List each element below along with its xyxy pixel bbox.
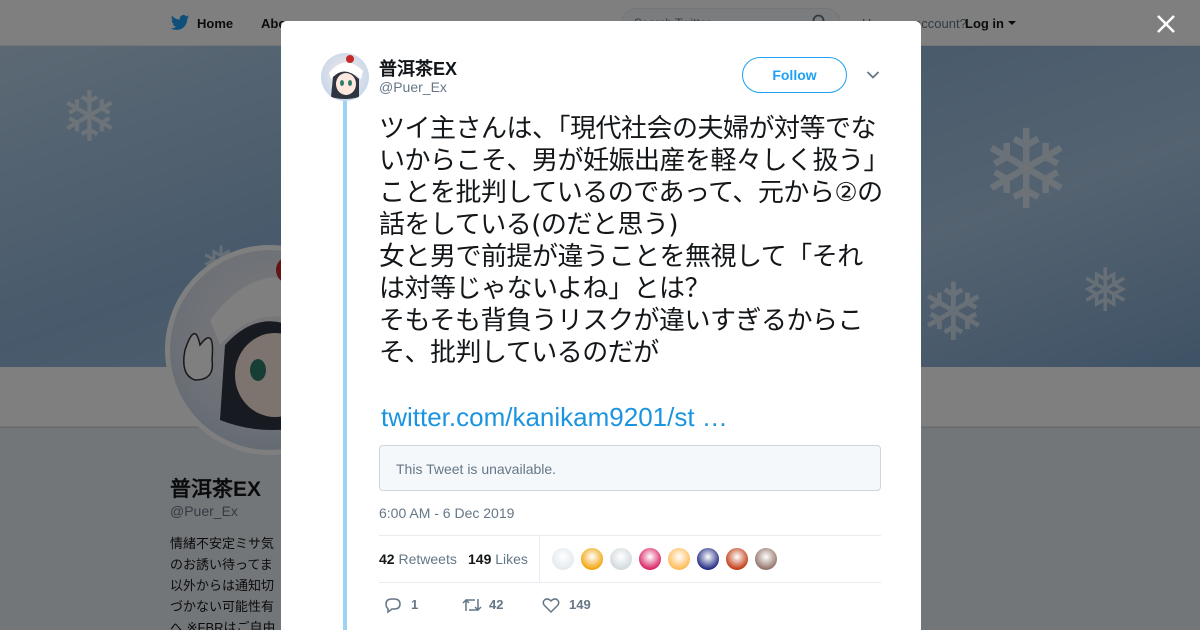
follow-button[interactable]: Follow [742, 57, 847, 93]
tweet-link[interactable]: twitter.com/kanikam9201/st … [381, 402, 728, 433]
likes-stat[interactable]: 149 Likes [468, 551, 528, 567]
retweets-count: 42 [379, 551, 395, 567]
liker-avatar[interactable] [667, 547, 691, 571]
liker-avatar[interactable] [754, 547, 778, 571]
tweet-modal: 普洱茶EX @Puer_Ex Follow ツイ主さんは、「現代社会の夫婦が対等… [281, 21, 921, 630]
liker-avatar[interactable] [725, 547, 749, 571]
like-count: 149 [569, 597, 591, 612]
tweet-stats: 42 Retweets 149 Likes [379, 535, 881, 583]
reply-icon [385, 598, 401, 614]
stats-divider [539, 536, 540, 583]
liker-avatar[interactable] [609, 547, 633, 571]
author-handle[interactable]: @Puer_Ex [379, 79, 447, 95]
retweet-count: 42 [489, 597, 504, 612]
liker-avatar[interactable] [551, 547, 575, 571]
tweet-actions: 1 42 149 [379, 591, 881, 621]
heart-icon [542, 598, 560, 614]
chevron-down-icon[interactable] [866, 70, 880, 80]
close-icon[interactable] [1154, 12, 1178, 36]
liker-avatar[interactable] [580, 547, 604, 571]
likes-count: 149 [468, 551, 492, 567]
liker-avatar[interactable] [638, 547, 662, 571]
tweet-timestamp[interactable]: 6:00 AM - 6 Dec 2019 [379, 505, 514, 521]
author-avatar-art-icon [329, 55, 363, 99]
retweets-label: Retweets [398, 551, 457, 567]
retweet-icon [462, 598, 482, 612]
quoted-tweet-unavailable[interactable]: This Tweet is unavailable. [379, 445, 881, 491]
reply-count: 1 [411, 597, 419, 612]
author-avatar[interactable] [321, 53, 369, 101]
tweet-text: ツイ主さんは、「現代社会の夫婦が対等でないからこそ、男が妊娠出産を軽々しく扱う」… [379, 114, 883, 368]
author-name[interactable]: 普洱茶EX [379, 55, 457, 81]
thread-connector-line [343, 101, 347, 630]
retweets-stat[interactable]: 42 Retweets [379, 551, 457, 567]
liker-avatar[interactable] [696, 547, 720, 571]
likes-label: Likes [495, 551, 528, 567]
